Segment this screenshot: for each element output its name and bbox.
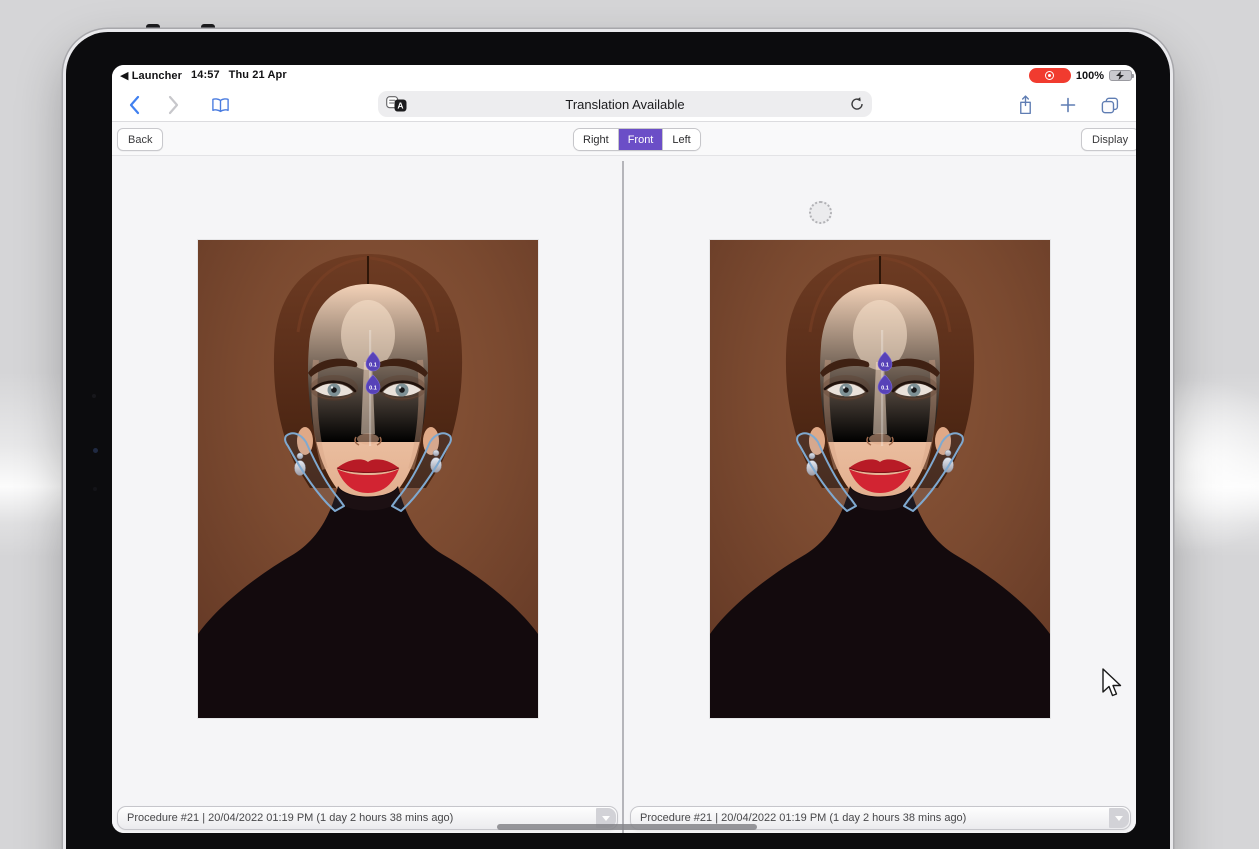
view-segmented-control: Right Front Left [573, 128, 701, 151]
screen-recording-indicator[interactable] [1029, 68, 1071, 83]
record-icon [1045, 71, 1054, 80]
back-to-launcher-link[interactable]: ◀ Launcher [120, 69, 182, 82]
desktop-background: ◀ Launcher 14:57 Thu 21 Apr 100% [0, 0, 1259, 849]
status-bar: ◀ Launcher 14:57 Thu 21 Apr 100% [112, 65, 1136, 88]
display-button[interactable]: Display [1081, 128, 1136, 151]
comparison-content: 0.1 0.1 [112, 156, 1136, 833]
procedure-label: Procedure #21 | 20/04/2022 01:19 PM (1 d… [127, 812, 453, 824]
safari-toolbar: A Translation Available [112, 88, 1136, 122]
segment-left[interactable]: Left [663, 129, 699, 150]
mouse-cursor [1101, 668, 1125, 700]
bezel-sensor-dot [92, 394, 96, 398]
chevron-left-icon [128, 95, 140, 115]
bezel-mic-dot [93, 487, 97, 491]
loading-spinner [809, 201, 832, 224]
tabs-icon [1101, 97, 1119, 114]
segment-front[interactable]: Front [619, 129, 664, 150]
battery-percent: 100% [1076, 70, 1104, 82]
patient-photo-right[interactable] [710, 240, 1050, 718]
bookmarks-button[interactable] [208, 94, 232, 116]
book-icon [211, 97, 230, 114]
back-button[interactable]: Back [117, 128, 163, 151]
battery-icon [1109, 70, 1132, 81]
charging-bolt-icon [1116, 71, 1124, 80]
browser-back-button[interactable] [124, 94, 144, 116]
reload-icon[interactable] [849, 96, 865, 112]
chevron-right-icon [168, 95, 180, 115]
ipad-screen: ◀ Launcher 14:57 Thu 21 Apr 100% [112, 65, 1136, 833]
procedure-label: Procedure #21 | 20/04/2022 01:19 PM (1 d… [640, 812, 966, 824]
browser-forward-button[interactable] [164, 94, 184, 116]
horizontal-scrollbar[interactable] [497, 824, 757, 830]
front-camera [93, 448, 98, 453]
page-title: Translation Available [378, 97, 872, 112]
app-toolbar: Back Right Front Left Display [112, 122, 1136, 156]
status-time: 14:57 [191, 69, 220, 82]
share-button[interactable] [1014, 94, 1036, 116]
ipad-frame: ◀ Launcher 14:57 Thu 21 Apr 100% [66, 32, 1170, 849]
panel-divider [622, 161, 624, 833]
share-icon [1017, 95, 1034, 116]
dropdown-arrow-icon [1109, 808, 1129, 828]
tabs-button[interactable] [1098, 94, 1122, 116]
status-date: Thu 21 Apr [229, 69, 287, 82]
plus-icon [1060, 97, 1076, 113]
segment-right[interactable]: Right [574, 129, 619, 150]
patient-photo-left[interactable] [198, 240, 538, 718]
new-tab-button[interactable] [1057, 94, 1079, 116]
address-bar[interactable]: A Translation Available [378, 91, 872, 117]
